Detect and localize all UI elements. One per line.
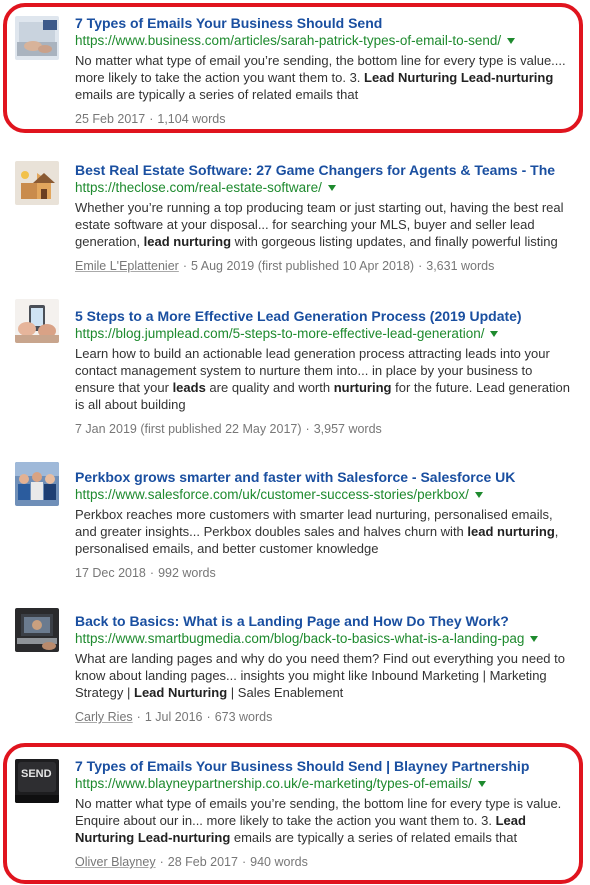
result-url[interactable]: https://www.smartbugmedia.com/blog/back-… bbox=[75, 630, 524, 648]
result-url[interactable]: https://www.salesforce.com/uk/customer-s… bbox=[75, 486, 469, 504]
result-word-count: 3,957 words bbox=[313, 422, 382, 436]
meta-separator: · bbox=[206, 710, 211, 724]
result-snippet: Perkbox reaches more customers with smar… bbox=[75, 506, 575, 557]
result-meta: Oliver Blayney · 28 Feb 2017 · 940 words bbox=[75, 854, 575, 870]
url-dropdown-caret-icon[interactable] bbox=[490, 331, 499, 337]
snippet-highlight-text: Lead Nurturing bbox=[134, 685, 228, 700]
meta-separator: · bbox=[182, 259, 187, 273]
send-key-text: SEND bbox=[21, 768, 52, 780]
result-meta: 25 Feb 2017 · 1,104 words bbox=[75, 111, 575, 127]
result-snippet: No matter what type of email you’re send… bbox=[75, 52, 575, 103]
snippet-highlight-text: nurturing bbox=[333, 380, 392, 395]
result-meta: Carly Ries · 1 Jul 2016 · 673 words bbox=[75, 709, 575, 725]
result-url-row: https://www.business.com/articles/sarah-… bbox=[75, 32, 575, 50]
result-title[interactable]: Back to Basics: What is a Landing Page a… bbox=[75, 612, 575, 630]
result-meta: 7 Jan 2019 (first published 22 May 2017)… bbox=[75, 421, 575, 437]
result-date: 5 Aug 2019 (first published 10 Apr 2018) bbox=[191, 259, 415, 273]
result-word-count: 1,104 words bbox=[157, 112, 226, 126]
result-url[interactable]: https://blog.jumplead.com/5-steps-to-mor… bbox=[75, 325, 484, 343]
result-url[interactable]: https://www.business.com/articles/sarah-… bbox=[75, 32, 501, 50]
result-date: 28 Feb 2017 bbox=[167, 855, 238, 869]
snippet-highlight-text: Lead Nurturing Lead-nurturing bbox=[364, 70, 554, 85]
laptop-typing-thumbnail[interactable] bbox=[15, 16, 59, 60]
snippet-text: are quality and worth bbox=[205, 380, 334, 395]
meta-separator: · bbox=[241, 855, 247, 869]
snippet-text: No matter what type of emails you’re sen… bbox=[75, 796, 562, 828]
result-title[interactable]: 5 Steps to a More Effective Lead Generat… bbox=[75, 307, 575, 325]
url-dropdown-caret-icon[interactable] bbox=[530, 636, 539, 642]
result-url-row: https://blog.jumplead.com/5-steps-to-mor… bbox=[75, 325, 575, 343]
result-url-row: https://www.smartbugmedia.com/blog/back-… bbox=[75, 630, 575, 648]
url-dropdown-caret-icon[interactable] bbox=[507, 38, 516, 44]
meta-separator: · bbox=[136, 710, 141, 724]
result-date: 25 Feb 2017 bbox=[75, 112, 146, 126]
result-word-count: 673 words bbox=[214, 710, 273, 724]
result-title[interactable]: Perkbox grows smarter and faster with Sa… bbox=[75, 468, 575, 486]
team-photo-thumbnail[interactable] bbox=[15, 462, 59, 506]
snippet-text: emails are typically a series of related… bbox=[230, 830, 518, 845]
url-dropdown-caret-icon[interactable] bbox=[474, 492, 483, 498]
result-date: 17 Dec 2018 bbox=[75, 566, 146, 580]
meta-separator: · bbox=[149, 112, 154, 126]
result-snippet: Learn how to build an actionable lead ge… bbox=[75, 345, 575, 413]
url-dropdown-caret-icon[interactable] bbox=[477, 781, 486, 787]
snippet-highlight-text: leads bbox=[172, 380, 206, 395]
result-author[interactable]: Emile L'Eplattenier bbox=[75, 259, 179, 273]
result-author[interactable]: Oliver Blayney bbox=[75, 855, 156, 869]
meta-separator: · bbox=[159, 855, 164, 869]
meta-separator: · bbox=[149, 566, 155, 580]
result-date: 1 Jul 2016 bbox=[144, 710, 203, 724]
result-snippet: No matter what type of emails you’re sen… bbox=[75, 795, 575, 846]
result-url-row: https://theclose.com/real-estate-softwar… bbox=[75, 179, 575, 197]
meta-separator: · bbox=[305, 422, 310, 436]
result-author[interactable]: Carly Ries bbox=[75, 710, 133, 724]
snippet-text: with gorgeous listing updates, and final… bbox=[231, 234, 558, 249]
result-meta: Emile L'Eplattenier · 5 Aug 2019 (first pu… bbox=[75, 258, 575, 274]
result-date: 7 Jan 2019 (first published 22 May 2017) bbox=[75, 422, 302, 436]
result-snippet: What are landing pages and why do you ne… bbox=[75, 650, 575, 701]
result-title[interactable]: Best Real Estate Software: 27 Game Chang… bbox=[75, 161, 575, 179]
meta-separator: · bbox=[418, 259, 423, 273]
result-meta: 17 Dec 2018 · 992 words bbox=[75, 565, 575, 581]
url-dropdown-caret-icon[interactable] bbox=[327, 185, 336, 191]
laptop-screen-thumbnail[interactable] bbox=[15, 608, 59, 652]
result-title[interactable]: 7 Types of Emails Your Business Should S… bbox=[75, 757, 575, 775]
result-url-row: https://www.salesforce.com/uk/customer-s… bbox=[75, 486, 575, 504]
snippet-text: | Sales Enablement bbox=[227, 685, 344, 700]
result-url[interactable]: https://theclose.com/real-estate-softwar… bbox=[75, 179, 322, 197]
house-boxes-thumbnail[interactable] bbox=[15, 161, 59, 205]
result-word-count: 940 words bbox=[250, 855, 308, 869]
send-key-thumbnail[interactable]: SEND bbox=[15, 759, 59, 803]
hands-phone-thumbnail[interactable] bbox=[15, 299, 59, 343]
result-word-count: 3,631 words bbox=[426, 259, 495, 273]
snippet-highlight-text: lead nurturing bbox=[467, 524, 555, 539]
snippet-highlight-text: lead nurturing bbox=[143, 234, 232, 249]
result-url[interactable]: https://www.blayneypartnership.co.uk/e-m… bbox=[75, 775, 472, 793]
result-word-count: 992 words bbox=[158, 566, 216, 580]
result-url-row: https://www.blayneypartnership.co.uk/e-m… bbox=[75, 775, 575, 793]
snippet-text: emails are typically a series of related… bbox=[75, 87, 359, 102]
result-snippet: Whether you’re running a top producing t… bbox=[75, 199, 575, 250]
result-title[interactable]: 7 Types of Emails Your Business Should S… bbox=[75, 14, 575, 32]
